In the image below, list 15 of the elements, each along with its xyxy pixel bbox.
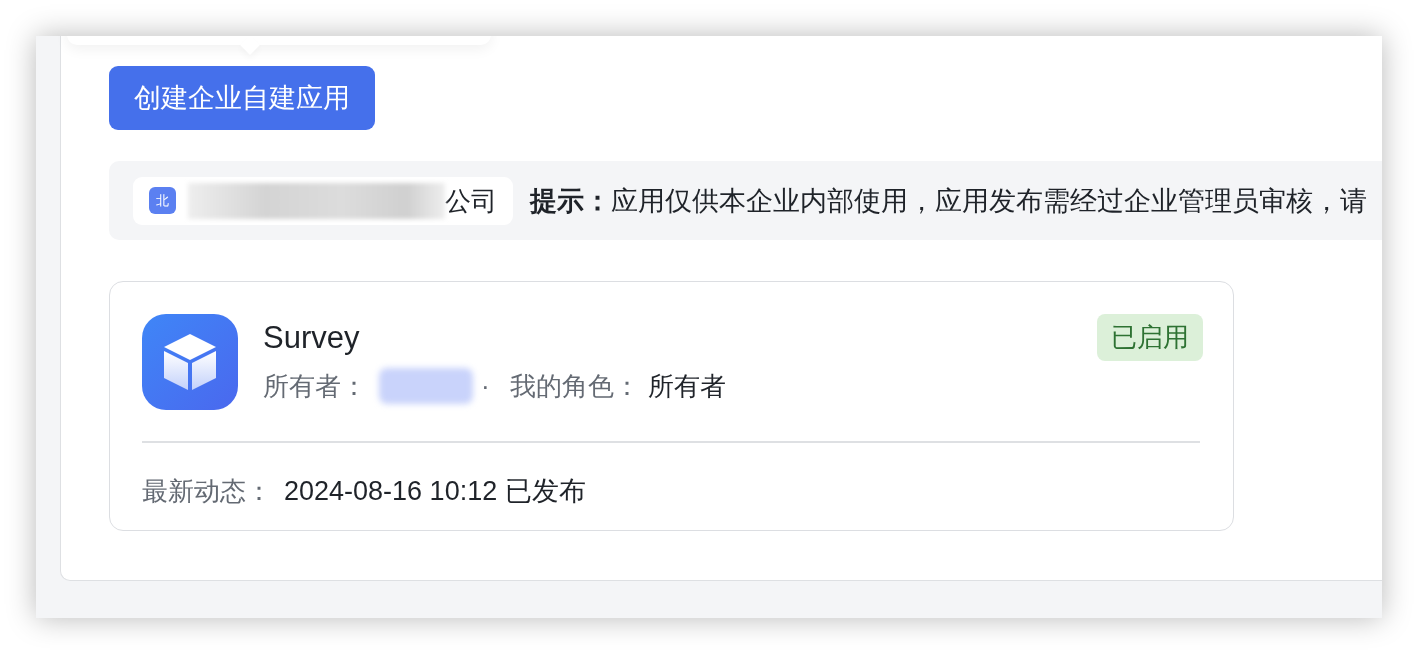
organization-name: 公司 bbox=[445, 184, 497, 218]
notice-message: 提示：应用仅供本企业内部使用，应用发布需经过企业管理员审核，请 bbox=[530, 184, 1367, 218]
role-label: 我的角色： bbox=[509, 370, 640, 403]
activity-label: 最新动态： bbox=[142, 475, 272, 508]
owner-label: 所有者： bbox=[263, 370, 367, 403]
separator-dot: · bbox=[481, 370, 490, 403]
create-app-button[interactable]: 创建企业自建应用 bbox=[109, 66, 375, 130]
app-name: Survey bbox=[263, 320, 360, 356]
role-value: 所有者 bbox=[647, 370, 726, 403]
app-card[interactable]: Survey 所有者： · 我的角色： 所有者 已启用 最新动态： 2024-08-16 10:12 已发布 bbox=[109, 281, 1234, 531]
organization-chip[interactable]: 北 公司 bbox=[133, 176, 513, 225]
org-avatar: 北 bbox=[149, 187, 176, 214]
activity-value: 2024-08-16 10:12 已发布 bbox=[284, 475, 586, 508]
cube-app-icon bbox=[142, 314, 238, 410]
status-tag: 已启用 bbox=[1097, 314, 1203, 361]
